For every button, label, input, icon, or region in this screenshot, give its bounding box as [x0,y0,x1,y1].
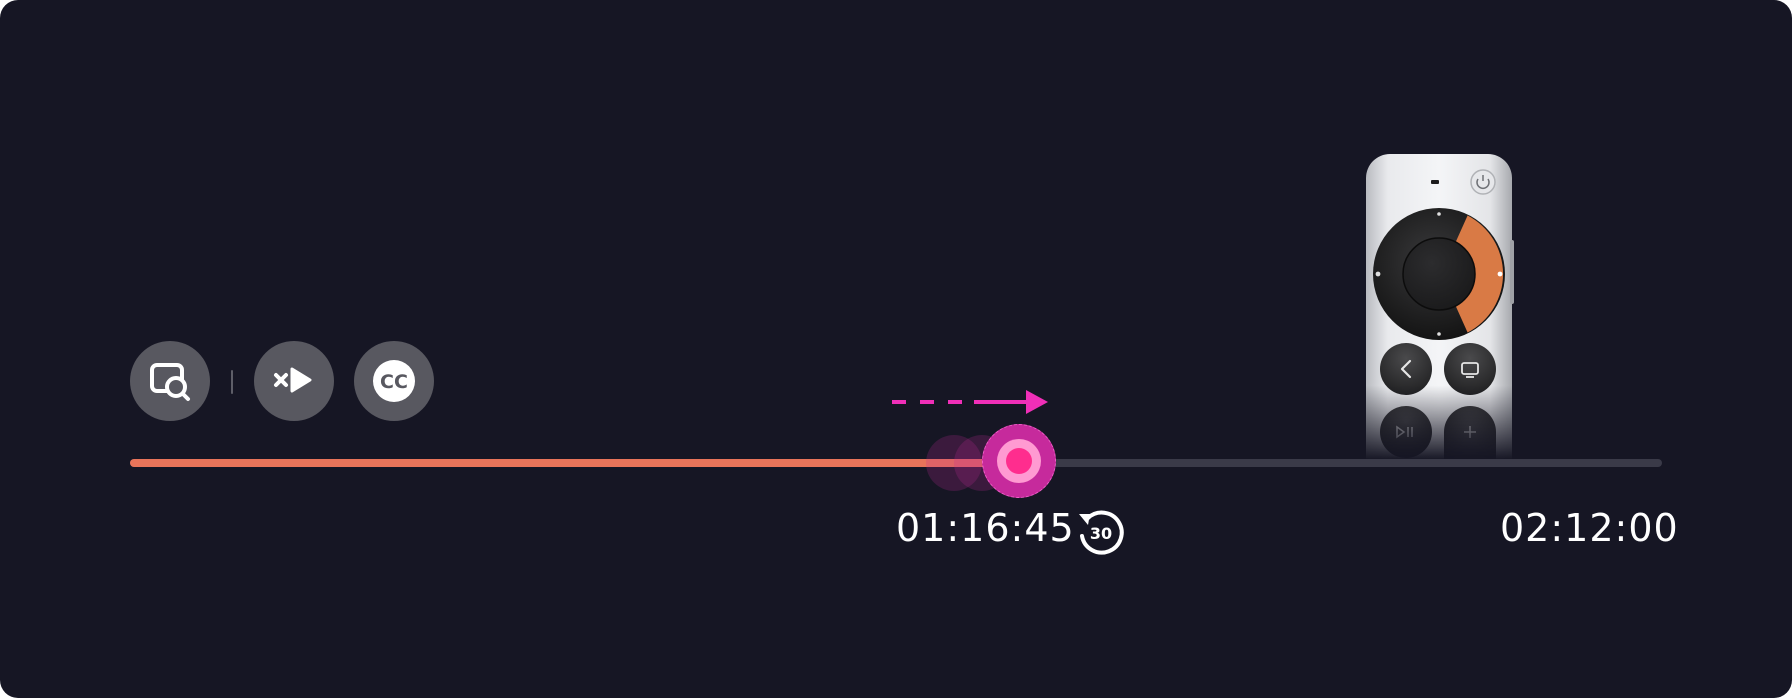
svg-text:30: 30 [1090,524,1112,543]
skip-intro-icon [274,367,312,393]
skip-back-30-button[interactable]: 30 [1074,506,1126,562]
video-player-panel: CC 01:16:45 30 02:12:00 [0,0,1792,698]
control-divider [231,370,233,394]
skip-intro-button[interactable] [254,341,334,421]
scene-search-button[interactable] [130,341,210,421]
remote-illustration [1360,150,1520,460]
closed-captions-button[interactable]: CC [354,341,434,421]
current-time: 01:16:45 [896,506,1075,550]
total-duration: 02:12:00 [1500,506,1679,550]
seek-forward-arrow [892,390,1048,414]
closed-captions-icon: CC [373,360,415,402]
seek-scrubber-handle[interactable] [981,424,1056,498]
seek-bar-progress [130,459,1019,467]
skip-back-30-icon: 30 [1079,510,1124,555]
scene-search-icon [150,363,190,401]
svg-text:CC: CC [380,371,408,393]
